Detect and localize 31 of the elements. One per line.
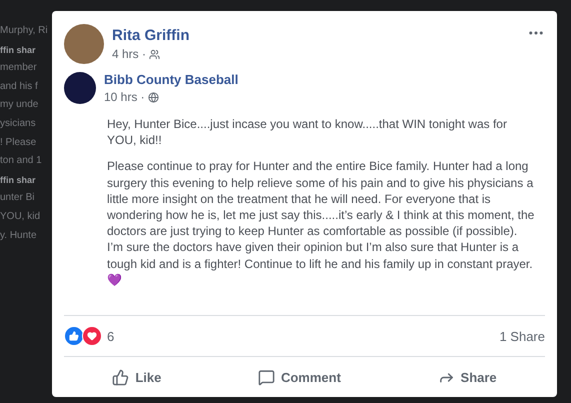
post-text: Hey, Hunter Bice....just incase you want to know.....that WIN tonight was for YOU, kid!! [107,116,508,148]
post-time[interactable]: 4 hrs · [112,47,146,61]
love-reaction-icon [82,326,102,346]
like-button[interactable]: Like [104,364,170,390]
reaction-count[interactable]: 6 [107,328,114,344]
background-text: my unde [0,98,38,112]
avatar-photo-placeholder [64,24,104,64]
post-time[interactable]: 10 hrs · [104,90,145,104]
background-text: ton and 1 [0,154,42,168]
friends-icon [149,48,160,60]
author-name[interactable]: Rita Griffin [112,27,519,44]
background-text: ffin shar [0,44,36,57]
like-reaction-icon [64,326,84,346]
share-button[interactable]: Share [430,364,505,390]
share-count[interactable]: 1 Share [499,328,545,344]
page-name[interactable]: Bibb County Baseball [104,72,545,87]
background-text: unter Bi [0,191,34,206]
background-text: ysicians [0,116,36,131]
page-avatar [64,72,96,104]
background-text: member [0,61,37,76]
thumbs-up-icon [112,368,130,386]
speech-bubble-icon [258,368,275,386]
comment-button[interactable]: Comment [250,364,349,390]
background-text: YOU, kid [0,210,40,224]
background-text: ffin shar [0,174,36,187]
background-text: ! Please [0,136,36,150]
background-text: and his f [0,80,38,94]
post-text: Please continue to pray for Hunter and the entire Bice family. Hunter had a long surgery this evening to help relieve some of his pain and to give his physicians a little more insight on the treatment that he will need. For everyone that is wondering how he is, let me just say this.....it’s early & I think at this moment, the doctors are just trying to keep Hunter as comfortable as possible (if possible). I’m sure the doctors have given their opinion but I’m also sure that Hunter is a tough kid and is a fighter! Continue to lift he and his family up in constant prayer. 💜 [107,158,535,288]
globe-icon [148,92,159,102]
background-text: Murphy, Ri [0,24,48,38]
background-text: y. Hunte [0,228,36,243]
